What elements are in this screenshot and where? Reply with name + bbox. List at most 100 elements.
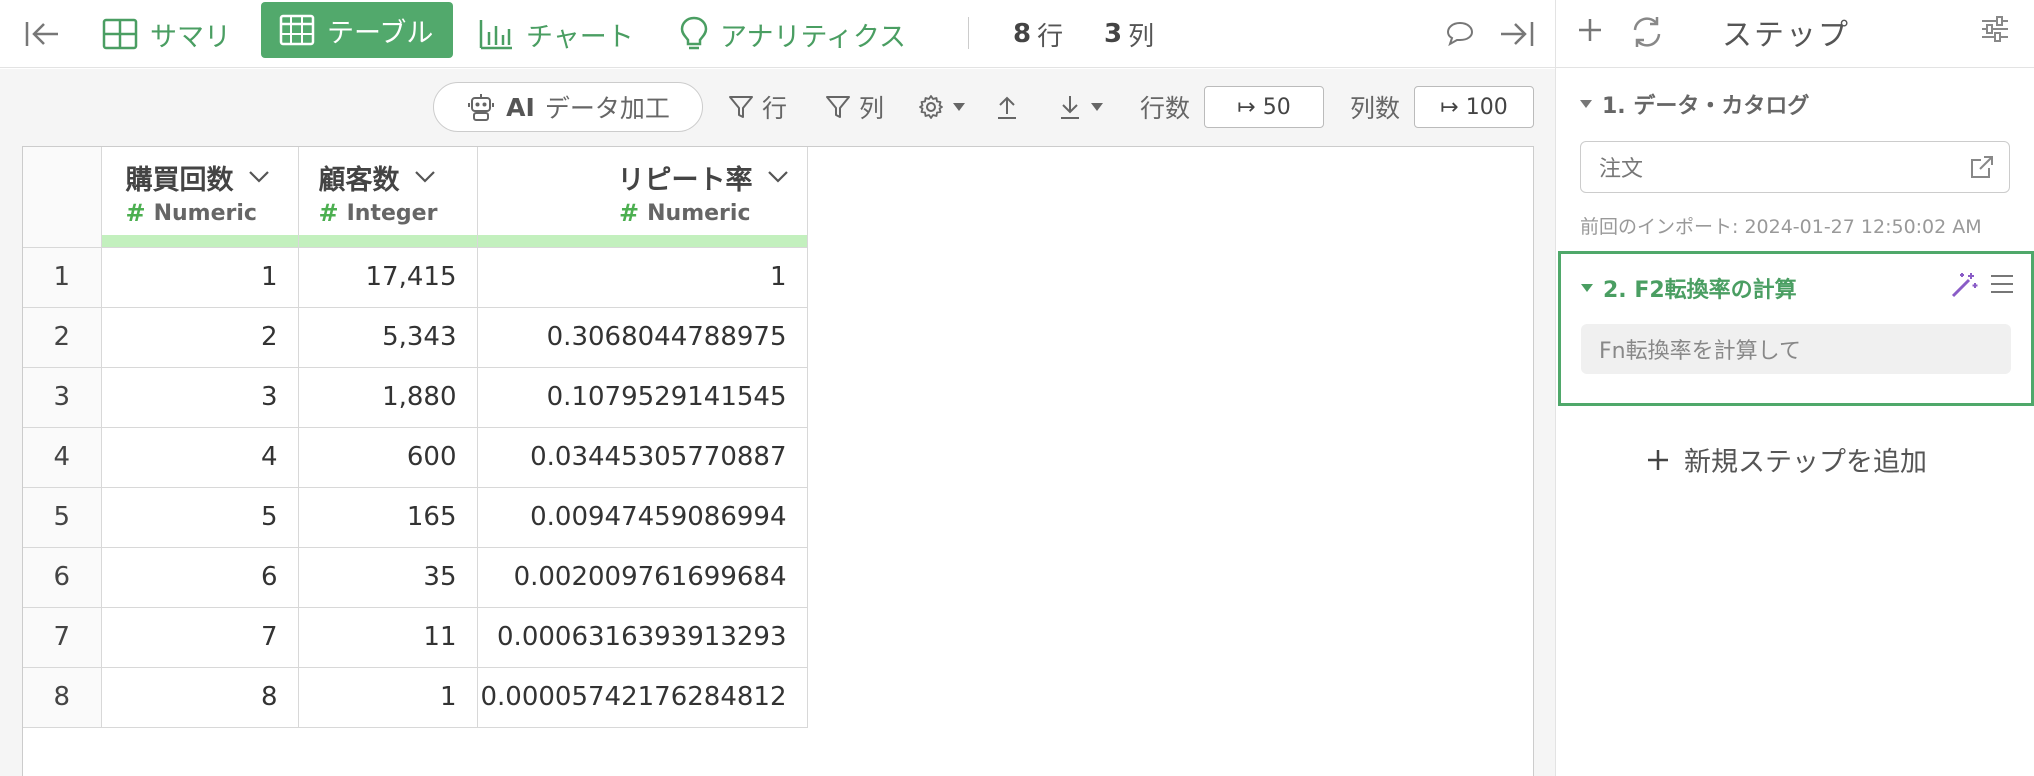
collapse-right-icon <box>1501 22 1534 46</box>
add-new-step-button[interactable]: 新規ステップを追加 <box>1646 440 1927 479</box>
robot-icon <box>468 94 495 121</box>
cell-repeat-rate[interactable]: 0.03445305770887 <box>477 427 808 488</box>
row-index: 7 <box>23 607 102 668</box>
cell-customer-count[interactable]: 600 <box>298 427 478 488</box>
step-menu-button[interactable] <box>1989 272 2015 300</box>
column-quality-bar <box>298 234 477 247</box>
external-link-icon[interactable] <box>1969 154 1995 180</box>
table-row: 3 3 1,880 0.1079529141545 <box>23 367 808 428</box>
caret-down-icon <box>1581 284 1593 292</box>
column-quality-bar <box>101 234 298 247</box>
collapse-right-button[interactable] <box>1495 0 1539 68</box>
cell-repeat-rate[interactable]: 0.1079529141545 <box>477 367 808 428</box>
column-count-unit: 列 <box>1128 21 1155 52</box>
cell-customer-count[interactable]: 11 <box>298 607 478 668</box>
column-filter-label: 列 <box>859 94 885 123</box>
cell-customer-count[interactable]: 35 <box>298 547 478 608</box>
cell-customer-count[interactable]: 1 <box>298 667 478 728</box>
column-name: 顧客数 <box>318 164 400 196</box>
cell-purchase-count[interactable]: 7 <box>101 607 299 668</box>
step-1-header[interactable]: 1. データ・カタログ <box>1580 88 1809 120</box>
ai-data-wrangling-button[interactable]: AI データ加工 <box>433 82 703 132</box>
comment-button[interactable] <box>1442 0 1478 68</box>
column-header-purchase-count[interactable]: 購買回数 # Numeric <box>101 147 299 248</box>
cell-purchase-count[interactable]: 6 <box>101 547 299 608</box>
step-1-title: 1. データ・カタログ <box>1602 94 1810 119</box>
tab-chart-label: チャート <box>526 21 634 53</box>
ai-button-label: データ加工 <box>544 94 670 123</box>
add-step-icon-button[interactable] <box>1574 14 1606 50</box>
cell-repeat-rate[interactable]: 0.00947459086994 <box>477 487 808 548</box>
row-filter-button[interactable]: 行 <box>728 83 787 131</box>
step-2-prompt[interactable]: Fn転換率を計算して <box>1581 324 2011 374</box>
rows-limit-input[interactable]: ↦ 50 <box>1204 86 1324 128</box>
table-settings-button[interactable] <box>918 83 966 131</box>
tab-analytics[interactable]: アナリティクス <box>680 0 906 68</box>
cell-purchase-count[interactable]: 1 <box>101 247 299 308</box>
ai-wand-button[interactable] <box>1949 270 1979 304</box>
cell-purchase-count[interactable]: 4 <box>101 427 299 488</box>
upload-icon <box>998 96 1016 119</box>
steps-panel-title: ステップ <box>1722 18 1850 53</box>
cell-customer-count[interactable]: 1,880 <box>298 367 478 428</box>
row-index: 5 <box>23 487 102 548</box>
collapse-left-icon <box>25 22 58 46</box>
cell-customer-count[interactable]: 5,343 <box>298 307 478 368</box>
row-index-header <box>23 147 102 248</box>
upload-button[interactable] <box>995 83 1019 131</box>
columns-limit-input[interactable]: ↦ 100 <box>1414 86 1534 128</box>
row-index: 2 <box>23 307 102 368</box>
table-toolbar: AI データ加工 行 列 行数 ↦ 50 列数 ↦ 100 <box>0 69 1555 146</box>
column-type: Integer <box>346 200 438 226</box>
cell-repeat-rate[interactable]: 1 <box>477 247 808 308</box>
bar-chart-icon <box>479 20 512 50</box>
collapse-left-button[interactable] <box>22 0 62 68</box>
cell-purchase-count[interactable]: 8 <box>101 667 299 728</box>
row-index: 4 <box>23 427 102 488</box>
cell-customer-count[interactable]: 165 <box>298 487 478 548</box>
tab-summary[interactable]: サマリ <box>102 0 231 68</box>
cell-purchase-count[interactable]: 3 <box>101 367 299 428</box>
main-header: サマリ テーブル チャート アナリティクス 8 行 3 列 <box>0 0 1555 68</box>
table-row: 2 2 5,343 0.3068044788975 <box>23 307 808 368</box>
row-index: 1 <box>23 247 102 308</box>
data-catalog-name: 注文 <box>1599 157 1644 182</box>
hamburger-menu-icon <box>1991 275 2013 293</box>
row-count: 8 行 <box>1013 0 1063 68</box>
column-name: 購買回数 <box>125 164 234 196</box>
data-catalog-source[interactable]: 注文 <box>1580 141 2010 193</box>
row-filter-label: 行 <box>762 94 788 123</box>
panel-settings-button[interactable] <box>1980 14 2010 48</box>
filter-icon <box>729 96 753 118</box>
row-count-value: 8 <box>1013 19 1032 49</box>
step-2-card[interactable]: 2. F2転換率の計算 Fn転換率を計算して <box>1558 251 2034 406</box>
plus-icon <box>1648 449 1668 470</box>
step-2-header[interactable]: 2. F2転換率の計算 <box>1581 272 1797 304</box>
rows-limit-label: 行数 <box>1140 94 1191 123</box>
tab-table[interactable]: テーブル <box>261 2 454 58</box>
tab-chart[interactable]: チャート <box>478 0 634 68</box>
column-header-customer-count[interactable]: 顧客数 # Integer <box>298 147 478 248</box>
chevron-down-icon[interactable] <box>767 170 789 184</box>
refresh-button[interactable] <box>1629 14 1665 54</box>
chevron-down-icon[interactable] <box>414 170 436 184</box>
cell-purchase-count[interactable]: 2 <box>101 307 299 368</box>
table-area: 購買回数 # Numeric 顧客数 # Integer リピート率 # Num… <box>0 146 1555 776</box>
chevron-down-icon[interactable] <box>248 170 270 184</box>
cell-purchase-count[interactable]: 5 <box>101 487 299 548</box>
table-icon <box>279 14 315 46</box>
cell-repeat-rate[interactable]: 0.3068044788975 <box>477 307 808 368</box>
column-filter-button[interactable]: 列 <box>825 83 884 131</box>
download-button[interactable] <box>1058 83 1104 131</box>
column-quality-bar <box>477 234 807 247</box>
cell-customer-count[interactable]: 17,415 <box>298 247 478 308</box>
column-header-repeat-rate[interactable]: リピート率 # Numeric <box>477 147 808 248</box>
column-name: リピート率 <box>617 164 753 196</box>
cell-repeat-rate[interactable]: 0.00005742176284812 <box>477 667 808 728</box>
table-row: 8 8 1 0.00005742176284812 <box>23 667 808 728</box>
cell-repeat-rate[interactable]: 0.002009761699684 <box>477 547 808 608</box>
cell-repeat-rate[interactable]: 0.0006316393913293 <box>477 607 808 668</box>
caret-down-icon <box>953 103 965 111</box>
numeric-type-icon: # <box>619 199 640 227</box>
tab-table-label: テーブル <box>327 17 434 49</box>
